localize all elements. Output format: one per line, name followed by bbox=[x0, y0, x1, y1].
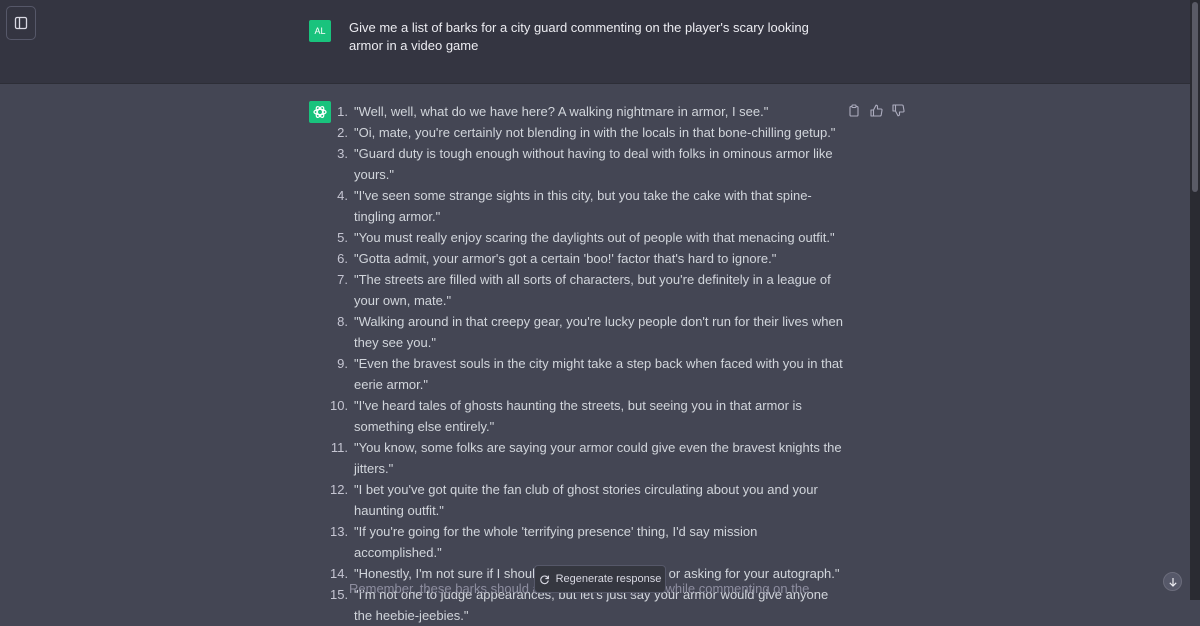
user-message-row: AL Give me a list of barks for a city gu… bbox=[0, 0, 1190, 84]
regenerate-label: Regenerate response bbox=[555, 573, 662, 585]
bark-list-item: 6. "Gotta admit, your armor's got a certa… bbox=[330, 248, 845, 269]
list-item-number: 9. bbox=[337, 356, 348, 371]
thumbs-down-button[interactable] bbox=[890, 102, 906, 118]
bark-list: 1. "Well, well, what do we have here? A w… bbox=[330, 101, 845, 626]
bark-list-item: 8. "Walking around in that creepy gear, y… bbox=[330, 311, 845, 353]
list-item-text: "The streets are filled with all sorts o… bbox=[354, 272, 831, 308]
list-item-number: 2. bbox=[337, 125, 348, 140]
thumbs-up-button[interactable] bbox=[868, 102, 884, 118]
list-item-number: 13. bbox=[330, 524, 349, 539]
list-item-text: "You must really enjoy scaring the dayli… bbox=[354, 230, 835, 245]
bark-list-item: 9. "Even the bravest souls in the city mi… bbox=[330, 353, 845, 395]
arrow-down-icon bbox=[1168, 577, 1177, 587]
assistant-message: 1. "Well, well, what do we have here? A w… bbox=[330, 101, 845, 626]
clipboard-icon bbox=[849, 103, 859, 117]
list-item-number: 6. bbox=[337, 251, 348, 266]
thumbs-down-icon bbox=[891, 103, 905, 116]
thumbs-up-icon bbox=[869, 104, 883, 117]
list-item-number: 8. bbox=[337, 314, 348, 329]
sidebar-toggle-icon bbox=[14, 16, 28, 30]
bark-list-item: 5. "You must really enjoy scaring the day… bbox=[330, 227, 845, 248]
bark-list-item: 13. "If you're going for the whole 'terri… bbox=[330, 521, 845, 563]
copy-button[interactable] bbox=[846, 102, 862, 118]
bark-list-item: 12. "I bet you've got quite the fan club … bbox=[330, 479, 845, 521]
list-item-number: 4. bbox=[337, 188, 348, 203]
list-item-text: "Gotta admit, your armor's got a certain… bbox=[354, 251, 777, 266]
openai-logo-icon bbox=[313, 106, 327, 118]
list-item-number: 1. bbox=[337, 104, 348, 119]
message-actions bbox=[846, 102, 906, 118]
list-item-number: 10. bbox=[330, 398, 349, 413]
bark-list-item: 4. "I've seen some strange sights in this… bbox=[330, 185, 845, 227]
user-message-text: Give me a list of barks for a city guard… bbox=[349, 20, 809, 53]
bark-list-item: 7. "The streets are filled with all sorts… bbox=[330, 269, 845, 311]
list-item-text: "I've seen some strange sights in this c… bbox=[354, 188, 812, 224]
bark-list-item: 3. "Guard duty is tough enough without ha… bbox=[330, 143, 845, 185]
bark-list-item: 10. "I've heard tales of ghosts haunting … bbox=[330, 395, 845, 437]
user-avatar: AL bbox=[309, 20, 331, 42]
bark-list-item: 1. "Well, well, what do we have here? A w… bbox=[330, 101, 845, 122]
regenerate-response-button[interactable]: Regenerate response bbox=[534, 565, 666, 593]
assistant-avatar bbox=[309, 101, 331, 123]
list-item-number: 5. bbox=[337, 230, 348, 245]
list-item-text: "Guard duty is tough enough without havi… bbox=[354, 146, 833, 182]
list-item-number: 12. bbox=[330, 482, 349, 497]
scroll-to-bottom-button[interactable] bbox=[1163, 572, 1182, 591]
list-item-text: "Walking around in that creepy gear, you… bbox=[354, 314, 843, 350]
bark-list-item: 2. "Oi, mate, you're certainly not blendi… bbox=[330, 122, 845, 143]
list-item-number: 7. bbox=[337, 272, 348, 287]
list-item-text: "Well, well, what do we have here? A wal… bbox=[354, 104, 769, 119]
list-item-text: "I've heard tales of ghosts haunting the… bbox=[354, 398, 802, 434]
list-item-text: "If you're going for the whole 'terrifyi… bbox=[354, 524, 758, 560]
scrollbar-thumb[interactable] bbox=[1192, 2, 1198, 192]
list-item-text: "I bet you've got quite the fan club of … bbox=[354, 482, 818, 518]
bark-list-item: 11. "You know, some folks are saying your… bbox=[330, 437, 845, 479]
refresh-icon bbox=[539, 574, 549, 584]
sidebar-toggle-button[interactable] bbox=[6, 6, 36, 40]
list-item-text: "Oi, mate, you're certainly not blending… bbox=[354, 125, 836, 140]
list-item-number: 14. bbox=[330, 566, 349, 581]
list-item-number: 3. bbox=[337, 146, 348, 161]
list-item-number: 15. bbox=[330, 587, 349, 602]
list-item-number: 11. bbox=[330, 440, 348, 455]
list-item-text: "Even the bravest souls in the city migh… bbox=[354, 356, 843, 392]
list-item-text: "You know, some folks are saying your ar… bbox=[354, 440, 842, 476]
